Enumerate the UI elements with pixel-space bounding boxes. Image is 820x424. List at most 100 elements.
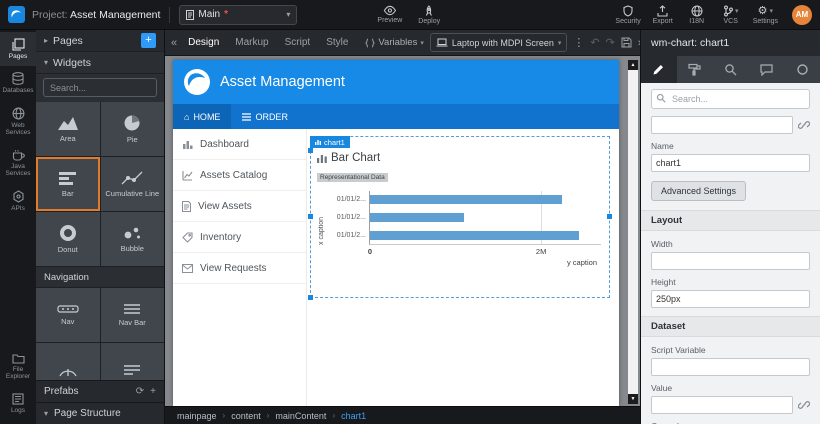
device-preview-dropdown[interactable]: Laptop with MDPI Screen ▾: [430, 33, 568, 52]
menu-item-view-assets[interactable]: View Assets: [173, 191, 306, 222]
width-input[interactable]: [651, 252, 810, 270]
tab-style[interactable]: Style: [321, 37, 353, 48]
eye-icon: [383, 5, 396, 16]
tab-design[interactable]: Design: [183, 37, 224, 48]
collapse-left-panel-button[interactable]: «: [171, 37, 177, 49]
add-page-button[interactable]: +: [141, 33, 156, 48]
menu-item-view-requests[interactable]: View Requests: [173, 253, 306, 284]
wavemaker-studio: Project: Asset Management Main * ▾ Previ…: [0, 0, 820, 424]
canvas-scrollbar[interactable]: ▲ ▼: [628, 60, 638, 404]
nav-widget-icon: [57, 304, 79, 314]
widget-tile-partial-right[interactable]: [101, 343, 165, 380]
app-side-menu: Dashboard Assets Catalog View Assets: [173, 129, 307, 406]
name-input[interactable]: [651, 154, 810, 172]
resize-handle[interactable]: [308, 295, 313, 300]
script-variable-input[interactable]: [651, 358, 810, 376]
rocket-icon: [424, 5, 435, 17]
security-button[interactable]: Security: [615, 4, 640, 25]
scroll-down-button[interactable]: ▼: [628, 394, 638, 404]
app-nav-home[interactable]: ⌂ HOME: [173, 104, 231, 129]
i18n-label: I18N: [689, 18, 704, 25]
value-input[interactable]: [651, 396, 793, 414]
resize-handle[interactable]: [308, 148, 313, 153]
widget-tile-partial-left[interactable]: [36, 343, 100, 380]
rail-item-java-services[interactable]: Java Services: [0, 143, 36, 184]
advanced-settings-button[interactable]: Advanced Settings: [651, 181, 746, 201]
link-icon[interactable]: [798, 119, 810, 131]
variables-dropdown[interactable]: Variables ▾: [365, 37, 423, 48]
chart-bar: [370, 195, 562, 204]
rail-item-apis[interactable]: APIs: [0, 184, 36, 218]
deploy-button[interactable]: Deploy: [418, 5, 440, 25]
save-button[interactable]: [621, 37, 632, 48]
scroll-up-button[interactable]: ▲: [628, 60, 638, 70]
tab-properties[interactable]: [641, 56, 677, 83]
chevron-down-icon: ▾: [558, 39, 562, 47]
selected-chart-widget[interactable]: chart1 Bar Chart Repres: [310, 136, 610, 298]
tab-script[interactable]: Script: [280, 37, 316, 48]
canvas-toolbar: « Design Markup Script Style Variables ▾…: [165, 30, 640, 56]
export-icon: [657, 5, 668, 17]
project-title: Project: Asset Management: [32, 9, 160, 21]
widget-tile-nav-bar[interactable]: Nav Bar: [101, 288, 165, 342]
menu-item-dashboard[interactable]: Dashboard: [173, 129, 306, 160]
widget-tile-donut[interactable]: Donut: [36, 212, 100, 266]
breadcrumb-item-current[interactable]: chart1: [341, 411, 366, 421]
property-search-input[interactable]: [651, 89, 810, 109]
studio-logo-icon[interactable]: [8, 6, 25, 23]
tab-find[interactable]: [713, 56, 749, 83]
chevron-down-icon: ▾: [44, 409, 48, 418]
menu-item-inventory[interactable]: Inventory: [173, 222, 306, 253]
partial-widget-icon: [123, 363, 141, 377]
more-options-icon[interactable]: ⋮: [573, 36, 584, 49]
breadcrumb-item[interactable]: mainContent: [275, 411, 326, 421]
vcs-button[interactable]: ▾ VCS: [719, 4, 743, 25]
widgets-section-header[interactable]: ▾ Widgets: [36, 52, 164, 74]
breadcrumb-item[interactable]: mainpage: [177, 411, 217, 421]
link-icon[interactable]: [798, 399, 810, 411]
redo-button[interactable]: ↷: [606, 36, 615, 49]
widget-selection-tag[interactable]: chart1: [310, 136, 350, 148]
app-nav-order[interactable]: ORDER: [231, 104, 299, 129]
widget-tile-nav[interactable]: Nav: [36, 288, 100, 342]
widget-tile-bubble[interactable]: Bubble: [101, 212, 165, 266]
rail-item-web-services[interactable]: Web Services: [0, 101, 36, 143]
undo-button[interactable]: ↶: [590, 36, 599, 49]
prefabs-section-header[interactable]: Prefabs ⟳ +: [36, 380, 164, 402]
envelope-icon: [182, 264, 193, 273]
i18n-button[interactable]: I18N: [685, 4, 709, 25]
rail-item-logs[interactable]: Logs: [0, 387, 36, 420]
height-input[interactable]: [651, 290, 810, 308]
laptop-icon: [436, 38, 448, 47]
tab-markup[interactable]: Markup: [230, 37, 273, 48]
widget-tile-pie[interactable]: Pie: [101, 102, 165, 156]
bar-chart-icon: [58, 170, 78, 186]
inspector-body: Name Advanced Settings Layout Width Heig…: [641, 83, 820, 424]
add-prefab-icon[interactable]: +: [150, 386, 156, 397]
rail-item-file-explorer[interactable]: File Explorer: [0, 347, 36, 387]
refresh-icon[interactable]: ⟳: [136, 386, 144, 397]
user-avatar[interactable]: AM: [792, 5, 812, 25]
catalog-chart-icon: [182, 170, 193, 181]
page-structure-section-header[interactable]: ▾ Page Structure: [36, 402, 164, 424]
breadcrumb-item[interactable]: content: [231, 411, 261, 421]
bind-expression-input[interactable]: [651, 116, 793, 134]
tab-styles[interactable]: [677, 56, 713, 83]
menu-item-assets-catalog[interactable]: Assets Catalog: [173, 160, 306, 191]
page-selector-dropdown[interactable]: Main * ▾: [179, 5, 297, 25]
widget-tile-cumulative-line[interactable]: Cumulative Line: [101, 157, 165, 211]
widget-tile-area[interactable]: Area: [36, 102, 100, 156]
preview-button[interactable]: Preview: [377, 5, 402, 25]
widget-tile-bar[interactable]: Bar: [36, 157, 100, 211]
globe-icon: [12, 107, 25, 120]
tab-security[interactable]: [784, 56, 820, 83]
resize-handle[interactable]: [607, 214, 612, 219]
settings-button[interactable]: ⚙▾ Settings: [753, 4, 778, 25]
rail-item-databases[interactable]: Databases: [0, 66, 36, 100]
pages-section-header[interactable]: ▸ Pages +: [36, 30, 164, 52]
tab-events[interactable]: [748, 56, 784, 83]
resize-handle[interactable]: [308, 214, 313, 219]
rail-item-pages[interactable]: Pages: [0, 32, 36, 66]
widget-search-input[interactable]: [43, 78, 157, 97]
export-button[interactable]: Export: [651, 4, 675, 25]
